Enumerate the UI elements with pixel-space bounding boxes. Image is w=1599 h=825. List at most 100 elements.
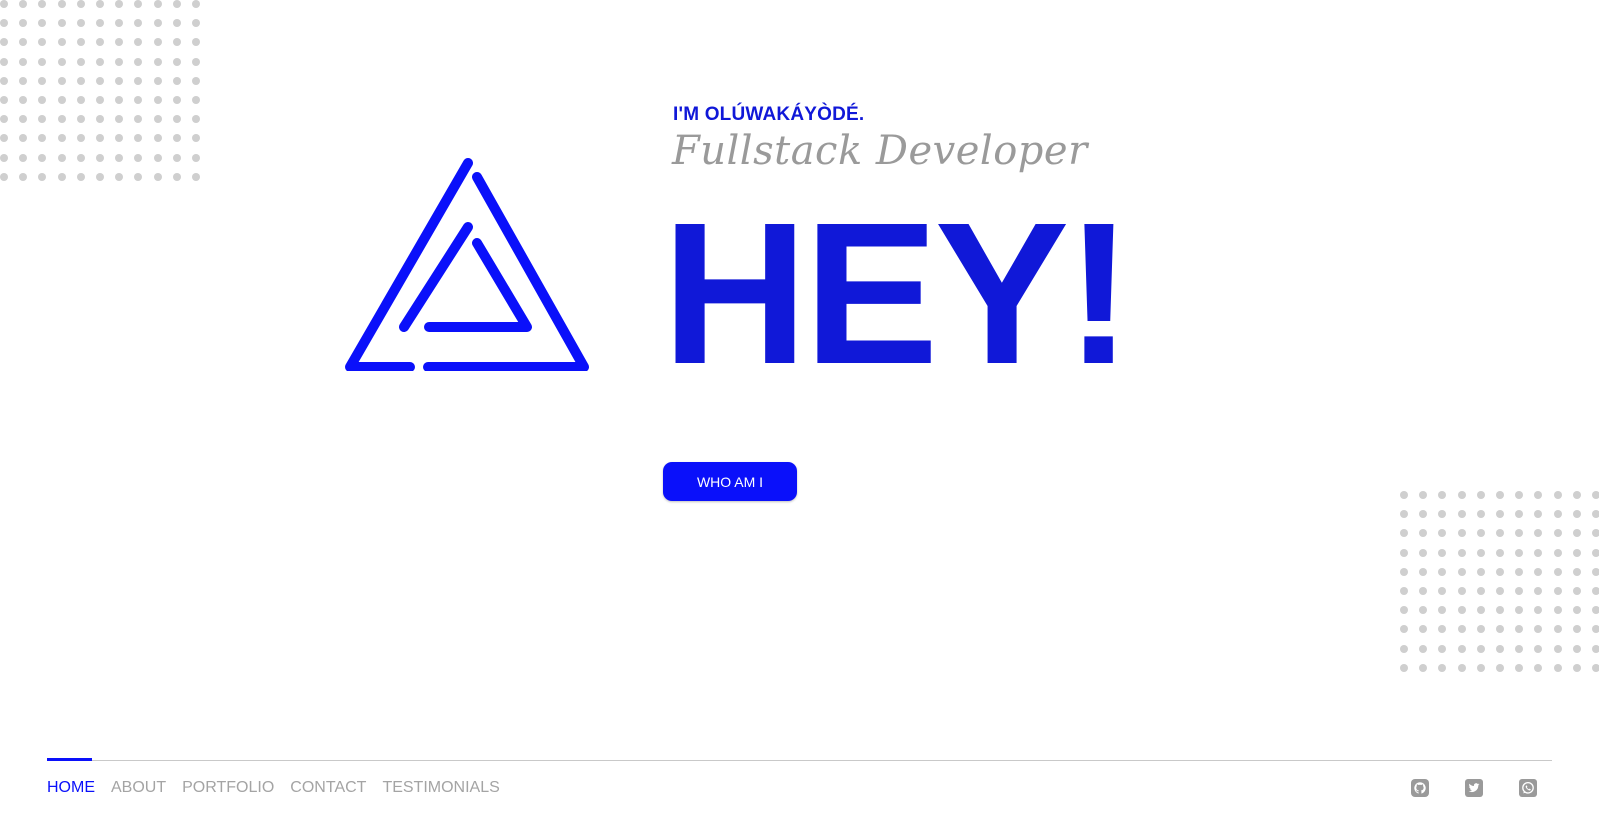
- twitter-icon[interactable]: [1464, 778, 1484, 798]
- decorative-dot: [95, 19, 104, 28]
- whatsapp-icon[interactable]: [1518, 778, 1538, 798]
- decorative-dot: [1400, 567, 1408, 576]
- decorative-dot: [38, 19, 47, 28]
- decorative-dot: [1457, 491, 1466, 499]
- decorative-dot: [172, 19, 181, 28]
- decorative-dot: [1476, 510, 1485, 519]
- decorative-dot: [38, 38, 47, 47]
- decorative-dot: [1591, 567, 1599, 576]
- decorative-dot: [191, 38, 200, 47]
- decorative-dot: [1495, 529, 1504, 538]
- decorative-dot: [1457, 510, 1466, 519]
- decorative-dot: [19, 153, 28, 162]
- decorative-dot: [1476, 606, 1485, 615]
- decorative-dot: [191, 153, 200, 162]
- decorative-dot: [1457, 606, 1466, 615]
- decorative-dot: [1438, 510, 1447, 519]
- decorative-dot: [1591, 644, 1599, 653]
- decorative-dot: [38, 76, 47, 85]
- decorative-dot: [1553, 663, 1562, 672]
- decorative-dot: [134, 153, 143, 162]
- decorative-dot: [1591, 606, 1599, 615]
- nav-item-portfolio[interactable]: PORTFOLIO: [182, 779, 274, 797]
- nav-item-testimonials[interactable]: TESTIMONIALS: [382, 779, 499, 797]
- decorative-dot: [172, 76, 181, 85]
- decorative-dot: [1495, 663, 1504, 672]
- decorative-dot: [57, 172, 66, 181]
- decorative-dot: [172, 172, 181, 181]
- decorative-dot: [172, 95, 181, 104]
- nav-active-indicator: [47, 758, 92, 761]
- decorative-dot: [1534, 529, 1543, 538]
- decorative-dot: [76, 0, 85, 8]
- nav-item-about[interactable]: ABOUT: [111, 779, 166, 797]
- decorative-dot: [1400, 548, 1408, 557]
- decorative-dot: [1457, 663, 1466, 672]
- decorative-dot: [76, 95, 85, 104]
- decorative-dot: [1400, 586, 1408, 595]
- decorative-dot-grid-top-left: [0, 0, 200, 181]
- decorative-dot: [1553, 548, 1562, 557]
- decorative-dot: [134, 76, 143, 85]
- triangle-logo-icon: [345, 158, 589, 371]
- decorative-dot: [1419, 548, 1428, 557]
- decorative-dot: [1400, 606, 1408, 615]
- decorative-dot: [115, 95, 124, 104]
- decorative-dot: [1419, 491, 1428, 499]
- decorative-dot: [1476, 644, 1485, 653]
- decorative-dot: [1438, 586, 1447, 595]
- decorative-dot: [76, 153, 85, 162]
- decorative-dot: [1495, 548, 1504, 557]
- decorative-dot: [1495, 644, 1504, 653]
- decorative-dot: [57, 76, 66, 85]
- decorative-dot: [57, 95, 66, 104]
- decorative-dot: [1572, 606, 1581, 615]
- decorative-dot: [19, 95, 28, 104]
- decorative-dot: [153, 95, 162, 104]
- decorative-dot: [57, 0, 66, 8]
- decorative-dot: [1572, 491, 1581, 499]
- decorative-dot: [134, 38, 143, 47]
- decorative-dot: [0, 76, 8, 85]
- decorative-dot: [0, 0, 8, 8]
- decorative-dot: [1495, 606, 1504, 615]
- decorative-dot: [57, 38, 66, 47]
- decorative-dot: [191, 115, 200, 124]
- decorative-dot: [1476, 491, 1485, 499]
- decorative-dot: [1553, 529, 1562, 538]
- decorative-dot: [191, 19, 200, 28]
- decorative-dot: [1438, 567, 1447, 576]
- decorative-dot: [1400, 663, 1408, 672]
- decorative-dot: [1515, 586, 1524, 595]
- decorative-dot: [172, 57, 181, 66]
- nav-divider: [47, 760, 1552, 761]
- decorative-dot: [1400, 510, 1408, 519]
- github-icon[interactable]: [1410, 778, 1430, 798]
- decorative-dot: [115, 134, 124, 143]
- decorative-dot: [1400, 644, 1408, 653]
- decorative-dot: [1419, 606, 1428, 615]
- decorative-dot: [76, 38, 85, 47]
- decorative-dot: [115, 38, 124, 47]
- decorative-dot: [1534, 567, 1543, 576]
- decorative-dot: [1553, 567, 1562, 576]
- who-am-i-button[interactable]: WHO AM I: [663, 462, 797, 501]
- decorative-dot: [1438, 529, 1447, 538]
- decorative-dot: [134, 115, 143, 124]
- decorative-dot: [95, 76, 104, 85]
- decorative-dot: [153, 115, 162, 124]
- decorative-dot: [0, 153, 8, 162]
- decorative-dot: [1534, 644, 1543, 653]
- decorative-dot: [153, 153, 162, 162]
- decorative-dot: [1476, 586, 1485, 595]
- decorative-dot: [1476, 529, 1485, 538]
- nav-item-home[interactable]: HOME: [47, 779, 95, 797]
- decorative-dot: [38, 57, 47, 66]
- nav-item-contact[interactable]: CONTACT: [290, 779, 366, 797]
- decorative-dot: [76, 134, 85, 143]
- landing-page: I'M OLÚWAKÁYÒDÉ. Fullstack Developer HEY…: [0, 0, 1599, 825]
- decorative-dot: [1515, 663, 1524, 672]
- decorative-dot-grid-bottom-right: [1400, 491, 1599, 672]
- decorative-dot: [57, 57, 66, 66]
- decorative-dot: [1438, 644, 1447, 653]
